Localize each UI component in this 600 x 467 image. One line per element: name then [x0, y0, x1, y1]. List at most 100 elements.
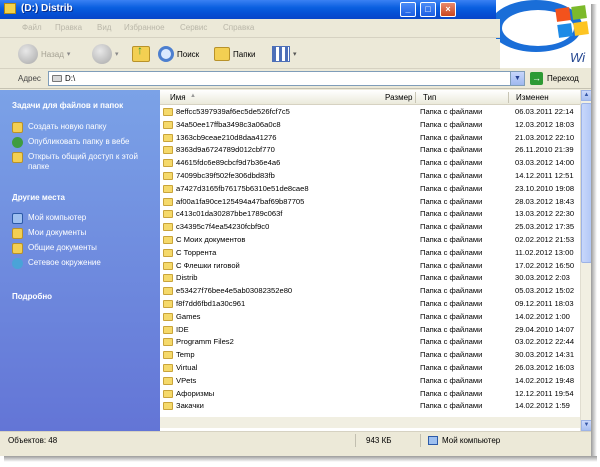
details-title[interactable]: Подробно [12, 292, 52, 301]
shared-documents-icon [12, 243, 23, 254]
file-row[interactable]: af00a1fa90ce125494a47baf69b87705 Папка с … [160, 196, 580, 209]
file-type: Папка с файлами [420, 158, 483, 168]
file-row[interactable]: 8363d9a6724789d012cbf770 Папка с файлами 2… [160, 144, 580, 157]
back-button[interactable]: Назад ▾ [18, 43, 70, 65]
network-icon [12, 258, 23, 269]
my-computer-icon [12, 213, 23, 224]
column-size[interactable]: Размер [385, 93, 413, 102]
file-name: 1363cb9ceae210d8daa41276 [176, 132, 277, 142]
go-arrow-icon: → [530, 72, 543, 85]
file-row[interactable]: 74099bc39f502fe306dbd83fb Папка с файлами… [160, 170, 580, 183]
file-name: 34a50ee17ffba3498c3a06a0c8 [176, 119, 281, 129]
file-row[interactable]: e53427f76bee4e5ab03082352e80 Папка с файл… [160, 285, 580, 298]
column-divider[interactable] [508, 92, 509, 103]
file-name: VPets [176, 375, 197, 385]
file-type: Папка с файлами [420, 350, 483, 360]
file-name: C Флешки гиговой [176, 260, 240, 270]
my-computer-link[interactable]: Мой компьютер [12, 213, 86, 224]
file-row[interactable]: Temp Папка с файлами 30.03.2012 14:31 [160, 349, 580, 362]
menu-help[interactable]: Справка [223, 23, 254, 32]
scroll-thumb[interactable] [581, 103, 591, 263]
share-folder-icon [12, 152, 23, 163]
menu-favorites[interactable]: Избранное [124, 23, 165, 32]
folders-button[interactable]: Папки [214, 43, 256, 65]
file-row[interactable]: C Торрента Папка с файлами 11.02.2012 13:0… [160, 247, 580, 260]
file-row[interactable]: 1363cb9ceae210d8daa41276 Папка с файлами 2… [160, 132, 580, 145]
file-type: Папка с файлами [420, 107, 483, 116]
minimize-button[interactable]: _ [400, 2, 416, 17]
folder-icon [163, 146, 173, 155]
file-tasks-title[interactable]: Задачи для файлов и папок [12, 101, 123, 110]
my-documents-link[interactable]: Мои документы [12, 228, 86, 239]
file-type: Папка с файлами [420, 196, 483, 206]
file-row[interactable]: C Флешки гиговой Папка с файлами 17.02.201… [160, 260, 580, 273]
shared-documents-link[interactable]: Общие документы [12, 243, 97, 254]
address-label: Адрес [18, 74, 41, 83]
file-row[interactable]: c413c01da30287bbe1789c063f Папка с файлам… [160, 208, 580, 221]
file-row[interactable]: 44615fdc6e89cbcf9d7b36e4a6 Папка с файлам… [160, 157, 580, 170]
publish-web-link[interactable]: Опубликовать папку в вебе [12, 137, 129, 148]
address-input[interactable]: D:\ ▼ [48, 71, 525, 86]
folders-label: Папки [233, 49, 256, 59]
forward-button[interactable]: ▾ [92, 43, 119, 65]
file-row[interactable]: Distrib Папка с файлами 30.03.2012 2:03 [160, 272, 580, 285]
folder-icon [163, 197, 173, 206]
network-link[interactable]: Сетевое окружение [12, 258, 101, 269]
column-name[interactable]: Имя [170, 93, 186, 102]
close-button[interactable]: × [440, 2, 456, 17]
file-row[interactable]: Programm Files2 Папка с файлами 03.02.2012… [160, 336, 580, 349]
file-row[interactable]: VPets Папка с файлами 14.02.2012 19:48 [160, 375, 580, 388]
menu-view[interactable]: Вид [97, 23, 111, 32]
drive-icon [52, 75, 62, 82]
file-row[interactable]: 34a50ee17ffba3498c3a06a0c8 Папка с файлам… [160, 119, 580, 132]
folder-icon [163, 172, 173, 180]
file-type: Папка с файлами [420, 119, 483, 129]
folder-icon [163, 159, 173, 168]
file-row[interactable]: IDE Папка с файлами 29.04.2010 14:07 [160, 324, 580, 337]
file-row[interactable]: c34395c7f4ea54230fcbf9c0 Папка с файлами 2… [160, 221, 580, 234]
window-title: (D:) Distrib [21, 3, 73, 14]
file-date: 23.10.2010 19:08 [515, 183, 575, 193]
search-button[interactable]: Поиск [158, 43, 199, 65]
new-folder-link[interactable]: Создать новую папку [12, 122, 107, 133]
file-type: Папка с файлами [420, 183, 483, 193]
other-places-title[interactable]: Другие места [12, 193, 65, 202]
status-bar: Объектов: 48 943 КБ Мой компьютер [0, 431, 591, 449]
vertical-scrollbar[interactable]: ▲ ▼ [580, 90, 591, 431]
address-bar: Адрес D:\ ▼ → Переход [0, 69, 591, 89]
column-type[interactable]: Тип [423, 93, 436, 102]
file-date: 21.03.2012 22:10 [515, 132, 575, 142]
address-dropdown-icon[interactable]: ▼ [510, 72, 524, 85]
file-row[interactable]: Афоризмы Папка с файлами 12.12.2011 19:54 [160, 388, 580, 401]
menu-file[interactable]: Файл [22, 23, 42, 32]
menu-edit[interactable]: Правка [55, 23, 82, 32]
scroll-down-icon[interactable]: ▼ [581, 420, 591, 431]
views-icon [272, 46, 290, 62]
horizontal-scrollbar[interactable] [160, 417, 580, 428]
file-type: Папка с файлами [420, 324, 483, 334]
menu-tools[interactable]: Сервис [180, 23, 207, 32]
file-row[interactable]: a7427d3165fb76175b6310e51de8cae8 Папка с … [160, 183, 580, 196]
scroll-up-icon[interactable]: ▲ [581, 90, 591, 101]
column-divider[interactable] [415, 92, 416, 103]
share-folder-link[interactable]: Открыть общий доступ к этой папке [12, 152, 147, 172]
go-button[interactable]: → Переход [530, 72, 579, 85]
views-button[interactable]: ▾ [272, 43, 297, 65]
up-folder-button[interactable]: ↑ [132, 43, 150, 65]
search-label: Поиск [177, 49, 200, 59]
file-date: 26.03.2012 16:03 [515, 363, 575, 372]
file-row[interactable]: f8f7dd6fbd1a30c961 Папка с файлами 09.12.2… [160, 298, 580, 311]
column-modified[interactable]: Изменен [516, 93, 549, 102]
file-row[interactable]: 8effcc5397939af6ec5de526fcf7c5 Папка с фа… [160, 106, 580, 119]
file-row[interactable]: Virtual Папка с файлами 26.03.2012 16:03 [160, 362, 580, 375]
maximize-button[interactable]: □ [420, 2, 436, 17]
file-date: 05.03.2012 15:02 [515, 286, 575, 296]
explorer-window: (D:) Distrib _ □ × Wi Файл Правка Вид Из… [0, 0, 591, 456]
folder-icon [163, 300, 173, 308]
file-row[interactable]: Закачки Папка с файлами 14.02.2012 1:59 [160, 400, 580, 413]
file-date: 03.02.2012 22:44 [515, 337, 575, 347]
windows-logo-icon: Wi [496, 0, 591, 68]
file-row[interactable]: C Моих документов Папка с файлами 02.02.20… [160, 234, 580, 247]
file-row[interactable]: Games Папка с файлами 14.02.2012 1:00 [160, 311, 580, 324]
file-type: Папка с файлами [420, 260, 483, 270]
